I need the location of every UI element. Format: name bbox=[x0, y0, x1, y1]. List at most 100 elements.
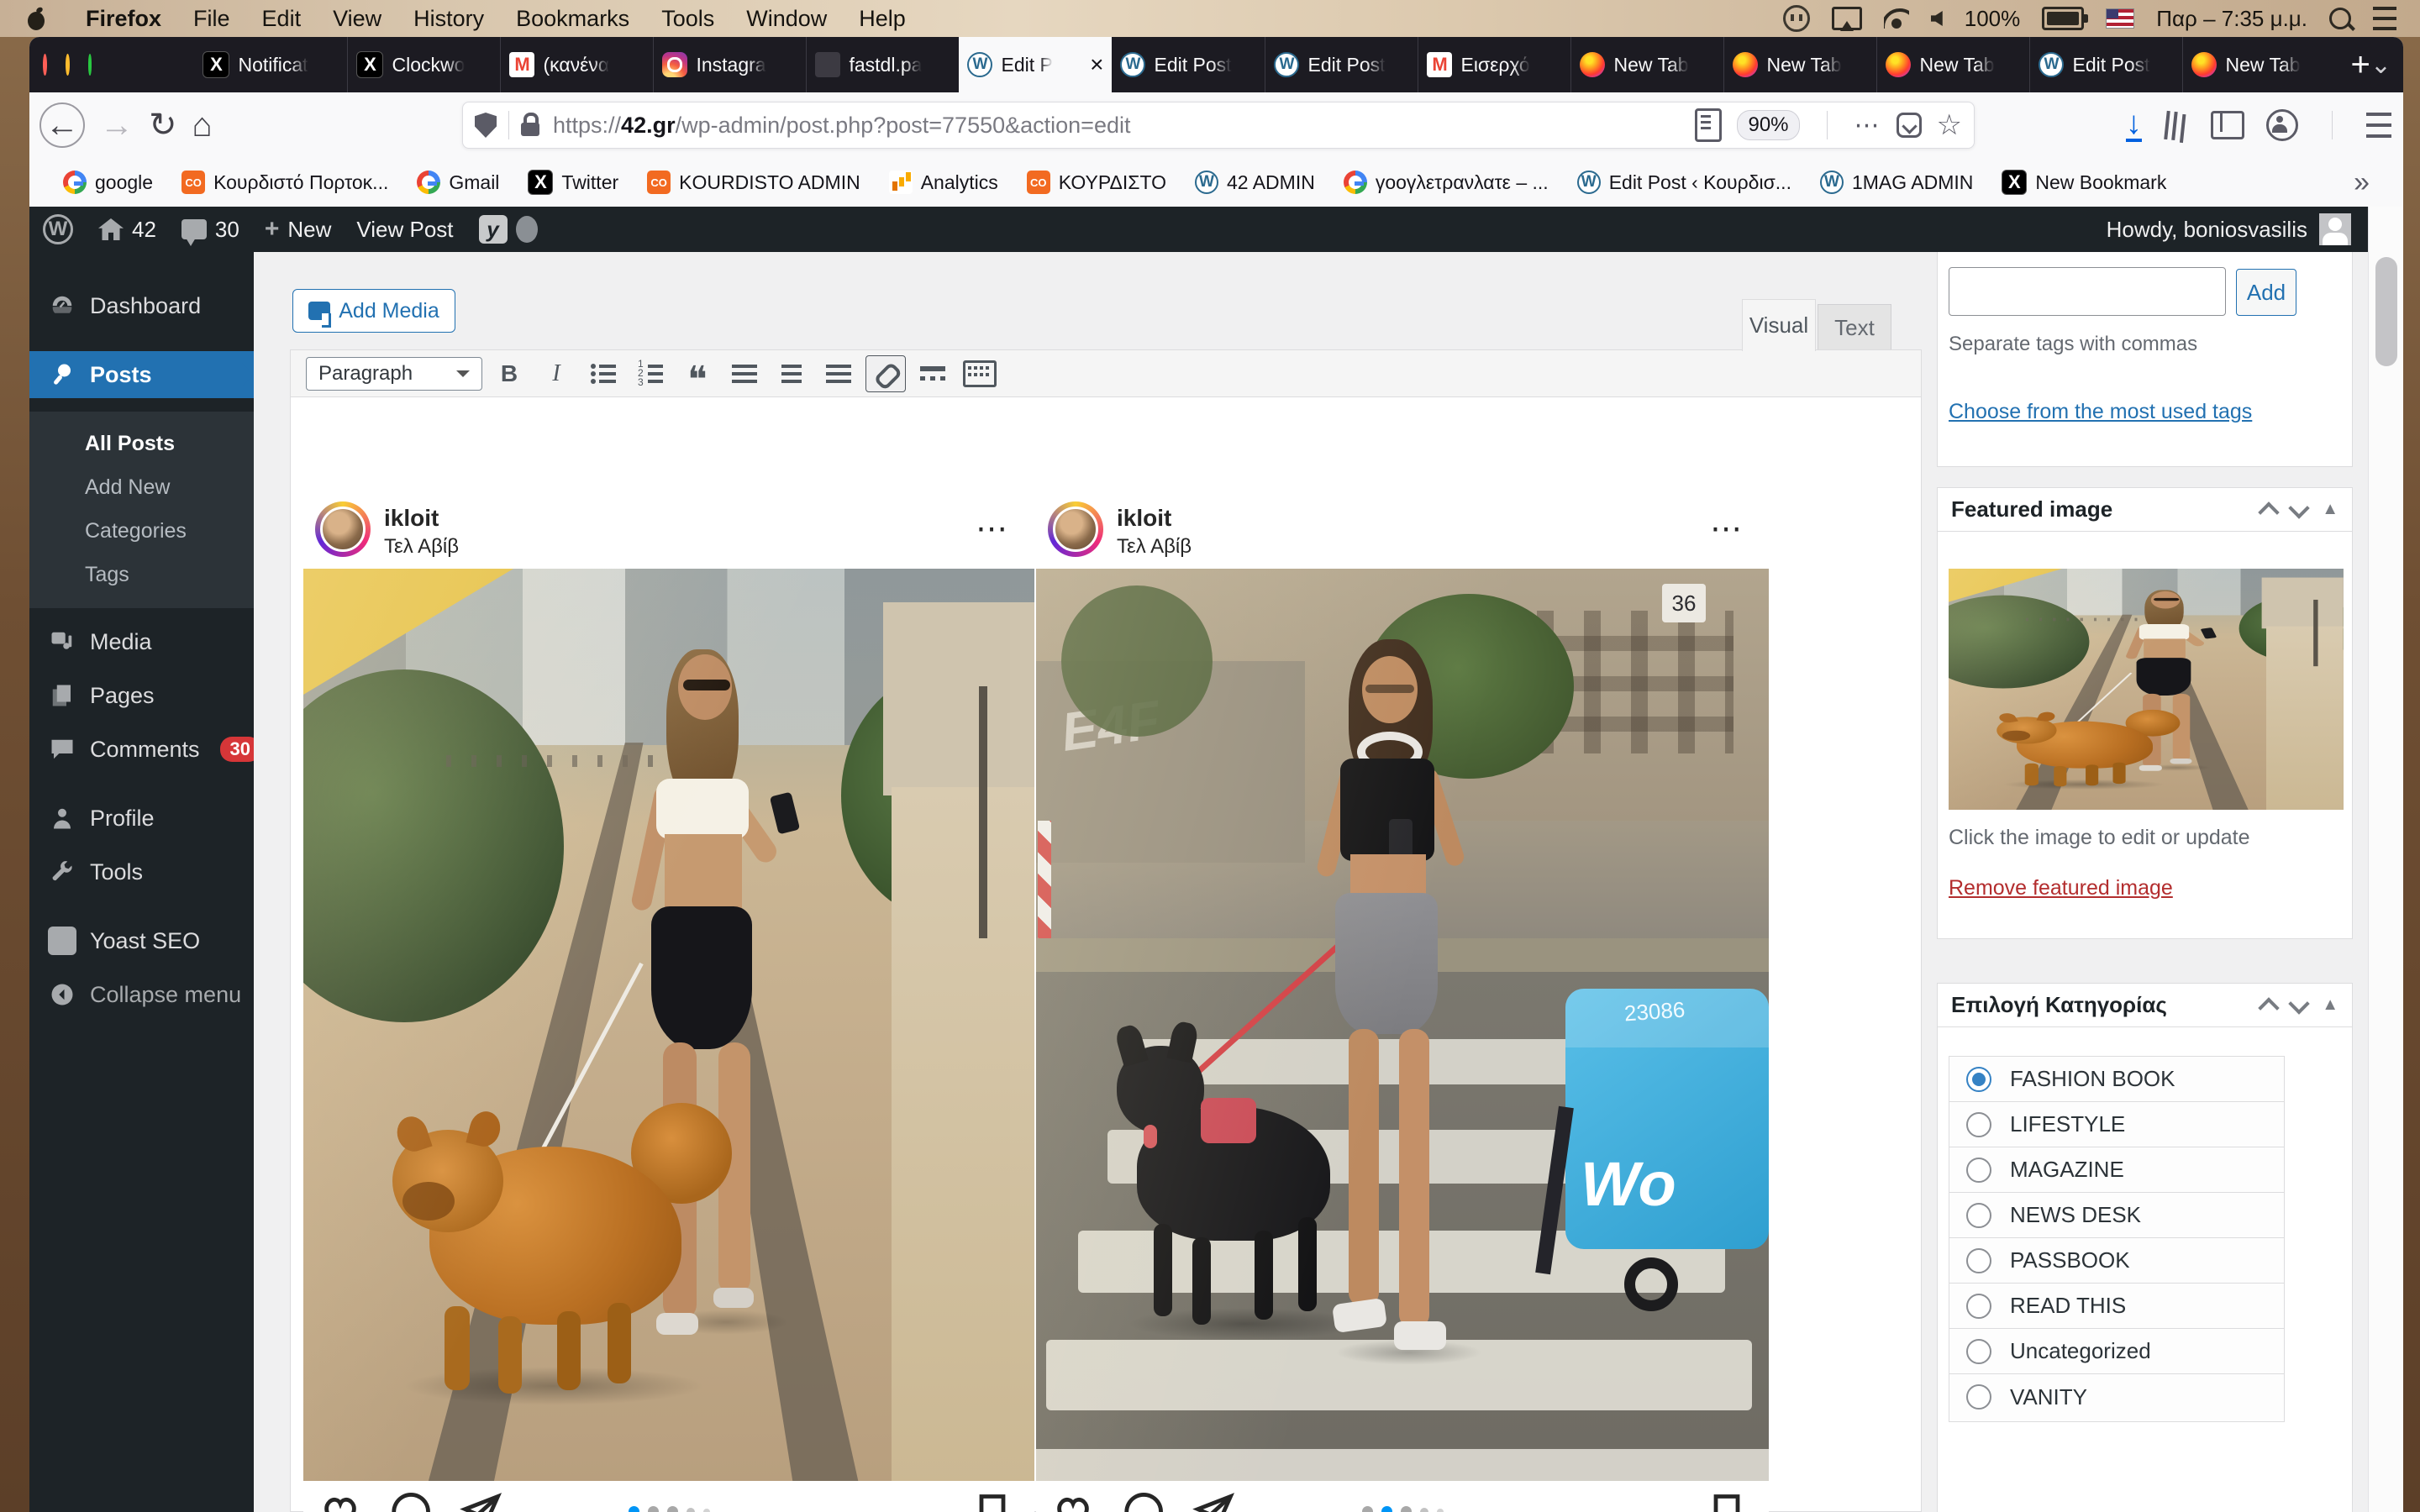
back-button[interactable]: ← bbox=[39, 102, 85, 148]
minimize-window-button[interactable] bbox=[66, 54, 70, 76]
panel-header[interactable]: Επιλογή Κατηγορίας ▲ bbox=[1938, 984, 2352, 1027]
read-more-button[interactable] bbox=[913, 355, 953, 392]
post-location[interactable]: Τελ Αβίβ bbox=[1117, 535, 1192, 559]
account-icon[interactable] bbox=[2266, 109, 2298, 141]
menu-help[interactable]: Help bbox=[859, 6, 906, 32]
menu-edit[interactable]: Edit bbox=[262, 6, 302, 32]
remove-featured-link[interactable]: Remove featured image bbox=[1949, 876, 2173, 900]
move-up-icon[interactable] bbox=[2258, 501, 2279, 522]
url-text[interactable]: https://42.gr/wp-admin/post.php?post=775… bbox=[553, 113, 1130, 139]
bookmark-star-icon[interactable]: ☆ bbox=[1937, 108, 1962, 142]
tab-edit-post-4[interactable]: WEdit Post bbox=[2029, 37, 2182, 92]
tab-new-2[interactable]: New Tab bbox=[1723, 37, 1876, 92]
bookmark-twitter[interactable]: XTwitter bbox=[528, 170, 618, 195]
bookmark-analytics[interactable]: Analytics bbox=[889, 171, 998, 194]
bullet-list-button[interactable] bbox=[583, 355, 623, 392]
adminbar-new[interactable]: +New bbox=[265, 215, 332, 244]
align-center-button[interactable] bbox=[771, 355, 812, 392]
category-option[interactable]: Uncategorized bbox=[1949, 1329, 2284, 1374]
adminbar-yoast[interactable]: y bbox=[479, 215, 538, 244]
paragraph-dropdown[interactable]: Paragraph bbox=[306, 357, 482, 391]
close-tab-icon[interactable]: × bbox=[1090, 51, 1103, 78]
menu-tools[interactable]: Tools bbox=[661, 6, 714, 32]
bookmark-icon[interactable] bbox=[971, 1491, 1014, 1512]
bookmark-google[interactable]: google bbox=[63, 171, 153, 194]
page-actions-icon[interactable]: ⋯ bbox=[1854, 111, 1881, 140]
sidebar-item-yoast[interactable]: Yoast SEO bbox=[29, 917, 254, 964]
sidebar-toggle-icon[interactable] bbox=[2211, 111, 2244, 139]
tab-visual[interactable]: Visual bbox=[1742, 299, 1816, 351]
bookmark-kourdisto-admin[interactable]: COKOURDISTO ADMIN bbox=[647, 171, 860, 194]
list-all-tabs-icon[interactable]: ⌄ bbox=[2370, 50, 2391, 80]
category-option[interactable]: PASSBOOK bbox=[1949, 1238, 2284, 1284]
collapse-toggle-icon[interactable]: ▲ bbox=[2322, 995, 2338, 1015]
menu-view[interactable]: View bbox=[333, 6, 381, 32]
bookmark-edit-post[interactable]: WEdit Post ‹ Κουρδισ... bbox=[1577, 171, 1791, 194]
bookmark-kourdisto-gr[interactable]: COΚΟΥΡΔΙΣΤΟ bbox=[1027, 171, 1166, 194]
move-down-icon[interactable] bbox=[2288, 993, 2309, 1014]
category-option[interactable]: VANITY bbox=[1949, 1374, 2284, 1420]
italic-button[interactable]: I bbox=[536, 355, 576, 392]
carousel-dots[interactable] bbox=[1036, 1506, 1769, 1512]
bookmark-gmail[interactable]: Gmail bbox=[417, 171, 499, 194]
post-username[interactable]: ikloit bbox=[384, 505, 439, 532]
toolbar-toggle-button[interactable] bbox=[960, 355, 1000, 392]
menu-window[interactable]: Window bbox=[746, 6, 827, 32]
menu-history[interactable]: History bbox=[413, 6, 484, 32]
adminbar-comments[interactable]: 30 bbox=[182, 217, 239, 243]
featured-thumb[interactable] bbox=[1949, 569, 2344, 810]
sidebar-item-categories[interactable]: Categories bbox=[29, 509, 254, 553]
align-right-button[interactable] bbox=[818, 355, 859, 392]
post-menu-icon[interactable]: ⋯ bbox=[1710, 510, 1744, 548]
tracking-protection-shield-icon[interactable] bbox=[475, 113, 497, 138]
tab-inbox[interactable]: MΕισερχό bbox=[1418, 37, 1570, 92]
tab-new-1[interactable]: New Tab bbox=[1570, 37, 1723, 92]
menu-firefox[interactable]: Firefox bbox=[86, 6, 161, 32]
category-option[interactable]: FASHION BOOK bbox=[1949, 1057, 2284, 1102]
move-down-icon[interactable] bbox=[2288, 497, 2309, 518]
add-media-button[interactable]: Add Media bbox=[292, 289, 455, 333]
spotlight-search-icon[interactable] bbox=[2329, 8, 2351, 29]
most-used-tags-link[interactable]: Choose from the most used tags bbox=[1949, 400, 2252, 424]
sidebar-item-tools[interactable]: Tools bbox=[29, 848, 254, 895]
downloads-icon[interactable]: ↓ bbox=[2126, 108, 2142, 142]
adminbar-account[interactable]: Howdy, boniosvasilis bbox=[2107, 207, 2351, 252]
reader-mode-icon[interactable] bbox=[1695, 108, 1722, 142]
bookmark-42-admin[interactable]: W42 ADMIN bbox=[1195, 171, 1315, 194]
bookmark-1mag-admin[interactable]: W1MAG ADMIN bbox=[1820, 171, 1973, 194]
app-status-icon[interactable] bbox=[1783, 5, 1810, 32]
home-button[interactable]: ⌂ bbox=[192, 107, 213, 144]
bookmarks-overflow-chevron[interactable]: » bbox=[2354, 166, 2370, 199]
pocket-save-icon[interactable] bbox=[1897, 113, 1922, 138]
sidebar-item-add-new[interactable]: Add New bbox=[29, 465, 254, 509]
lock-icon[interactable] bbox=[521, 123, 539, 136]
tab-instagram[interactable]: Instagra bbox=[653, 37, 806, 92]
radio-icon[interactable] bbox=[1966, 1112, 1991, 1137]
post-menu-icon[interactable]: ⋯ bbox=[976, 510, 1009, 548]
sidebar-item-media[interactable]: Media bbox=[29, 618, 254, 665]
library-icon[interactable] bbox=[2164, 111, 2189, 139]
close-window-button[interactable] bbox=[43, 54, 47, 76]
scrollbar-thumb[interactable] bbox=[2375, 257, 2397, 366]
volume-icon[interactable] bbox=[1931, 11, 1943, 26]
bookmark-new[interactable]: XNew Bookmark bbox=[2002, 170, 2166, 195]
zoom-window-button[interactable] bbox=[88, 54, 92, 76]
sidebar-item-comments[interactable]: Comments30 bbox=[29, 726, 254, 773]
category-option[interactable]: MAGAZINE bbox=[1949, 1147, 2284, 1193]
tab-notifications[interactable]: XNotificat bbox=[194, 37, 347, 92]
radio-icon[interactable] bbox=[1966, 1294, 1991, 1319]
post-username[interactable]: ikloit bbox=[1117, 505, 1171, 532]
add-tag-button[interactable]: Add bbox=[2236, 269, 2296, 316]
avatar[interactable] bbox=[1048, 501, 1103, 557]
bold-button[interactable]: B bbox=[489, 355, 529, 392]
collapse-toggle-icon[interactable]: ▲ bbox=[2322, 500, 2338, 519]
sidebar-item-profile[interactable]: Profile bbox=[29, 795, 254, 842]
menu-clock[interactable]: Παρ – 7:35 μ.μ. bbox=[2156, 6, 2307, 32]
wifi-icon[interactable] bbox=[1884, 8, 1909, 29]
tab-edit-post-3[interactable]: WEdit Post bbox=[1265, 37, 1418, 92]
sidebar-item-pages[interactable]: Pages bbox=[29, 672, 254, 719]
screen-mirroring-icon[interactable] bbox=[1832, 7, 1862, 30]
numbered-list-button[interactable] bbox=[630, 355, 671, 392]
tab-edit-post-2[interactable]: WEdit Post bbox=[1112, 37, 1265, 92]
tab-edit-post-active[interactable]: WEdit P× bbox=[959, 37, 1112, 92]
